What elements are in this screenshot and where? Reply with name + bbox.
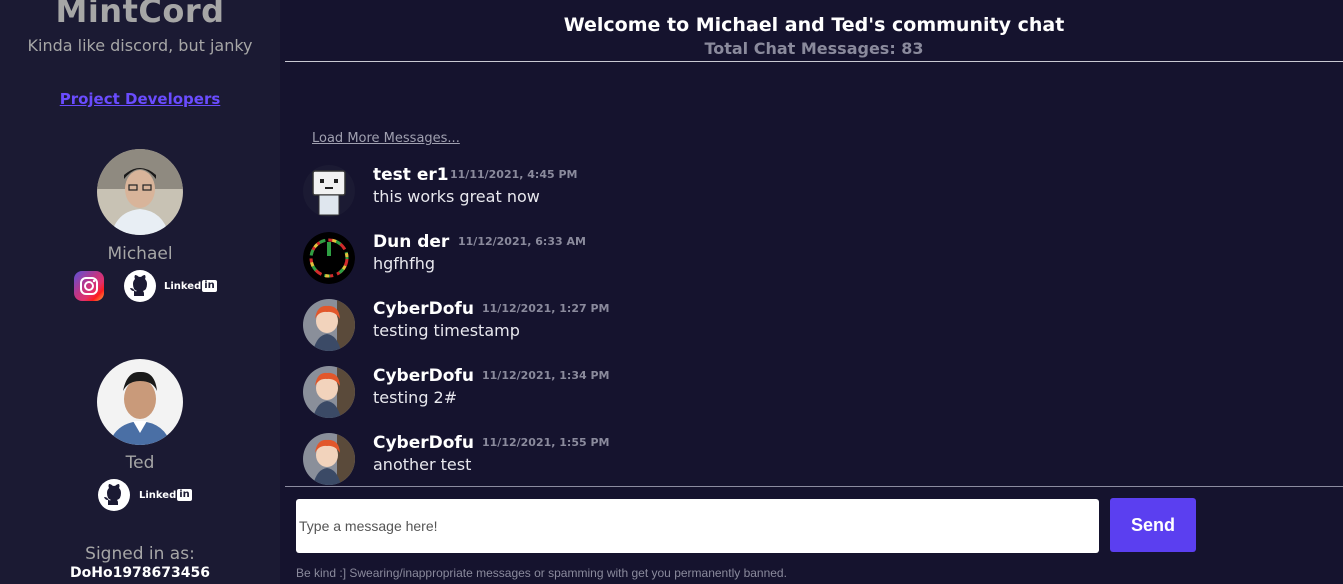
brand-tagline: Kinda like discord, but janky (27, 36, 253, 55)
chat-message: CyberDofu 11/12/2021, 1:27 PM testing ti… (303, 299, 1003, 359)
linkedin-badge: in (177, 489, 192, 501)
robot-avatar (303, 165, 355, 217)
chat-rules-disclaimer: Be kind :] Swearing/inappropriate messag… (296, 566, 787, 580)
message-username: CyberDofu (373, 433, 474, 453)
message-timestamp: 11/12/2021, 1:34 PM (482, 369, 610, 382)
linkedin-badge: in (202, 280, 217, 292)
ring-avatar (303, 232, 355, 284)
chat-message: Dun der 11/12/2021, 6:33 AM hgfhfhg (303, 232, 1003, 292)
message-text: testing timestamp (373, 321, 520, 340)
linkedin-icon[interactable]: Linked in (164, 280, 217, 292)
message-username: CyberDofu (373, 366, 474, 386)
header-divider (285, 61, 1343, 62)
message-username: test er1 (373, 165, 449, 185)
message-text: another test (373, 455, 472, 474)
message-timestamp: 11/12/2021, 1:27 PM (482, 302, 610, 315)
chat-message: test er1 11/11/2021, 4:45 PM this works … (303, 165, 1003, 225)
message-count: Total Chat Messages: 83 (704, 39, 924, 58)
sidebar: MintCord Kinda like discord, but janky P… (0, 0, 280, 584)
developer-name-ted: Ted (125, 453, 155, 473)
developer-avatar-michael (97, 149, 183, 235)
message-username: CyberDofu (373, 299, 474, 319)
composer-divider (285, 486, 1343, 487)
anime-avatar (303, 299, 355, 351)
message-text: hgfhfhg (373, 254, 435, 273)
page-title: Welcome to Michael and Ted's community c… (563, 14, 1065, 36)
github-icon[interactable] (98, 479, 130, 511)
linkedin-icon[interactable]: Linked in (139, 489, 192, 501)
load-more-messages-link[interactable]: Load More Messages... (312, 131, 460, 146)
message-text: testing 2# (373, 388, 458, 407)
message-timestamp: 11/12/2021, 6:33 AM (458, 235, 586, 248)
message-timestamp: 11/12/2021, 1:55 PM (482, 436, 610, 449)
message-username: Dun der (373, 232, 450, 252)
message-text: this works great now (373, 187, 540, 206)
send-button[interactable]: Send (1110, 498, 1196, 552)
developer-name-michael: Michael (107, 244, 173, 264)
signed-in-username: DoHo1978673456 (70, 565, 210, 581)
brand-title: MintCord (55, 0, 225, 30)
anime-avatar (303, 366, 355, 418)
message-input[interactable] (296, 499, 1099, 553)
signed-in-label: Signed in as: (85, 544, 195, 564)
chat-message: CyberDofu 11/12/2021, 1:34 PM testing 2# (303, 366, 1003, 426)
instagram-icon[interactable] (74, 271, 104, 301)
project-developers-link[interactable]: Project Developers (0, 90, 280, 108)
linkedin-label: Linked (139, 489, 177, 501)
github-icon[interactable] (124, 270, 156, 302)
chat-message: CyberDofu 11/12/2021, 1:55 PM another te… (303, 433, 1003, 486)
message-timestamp: 11/11/2021, 4:45 PM (450, 168, 578, 181)
developer-avatar-ted (97, 359, 183, 445)
linkedin-label: Linked (164, 280, 202, 292)
anime-avatar (303, 433, 355, 485)
